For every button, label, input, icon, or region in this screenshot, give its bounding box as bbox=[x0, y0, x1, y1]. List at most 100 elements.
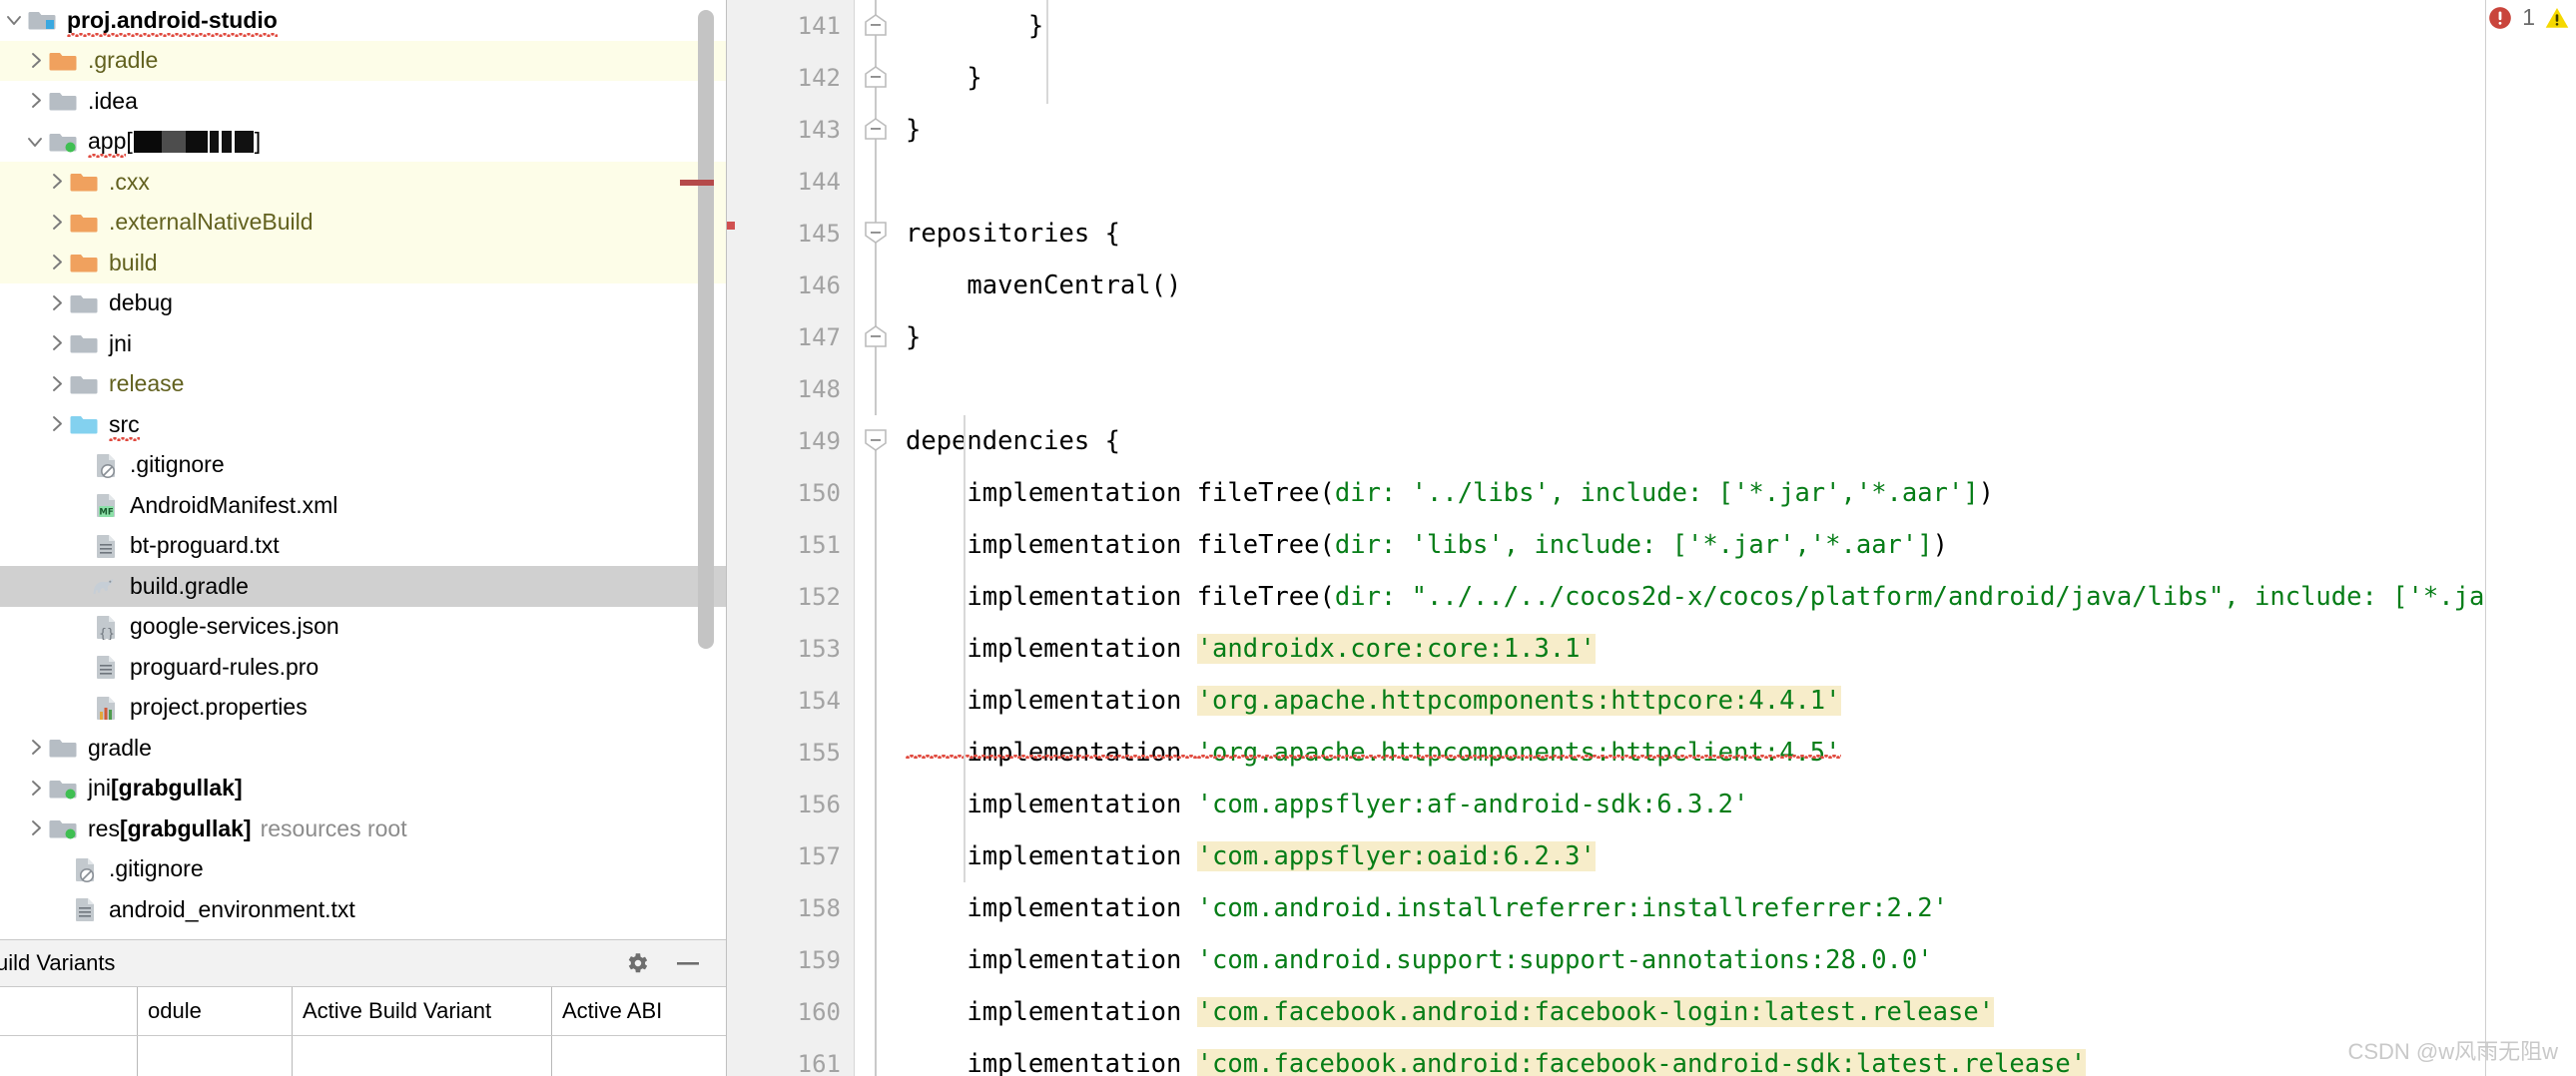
tree-item[interactable]: proguard-rules.pro bbox=[0, 647, 726, 688]
code-line[interactable]: implementation 'androidx.core:core:1.3.1… bbox=[897, 623, 2576, 675]
tree-item[interactable]: app [ ] bbox=[0, 122, 726, 163]
tree-item[interactable]: bt-proguard.txt bbox=[0, 526, 726, 567]
code-line[interactable]: } bbox=[897, 104, 2576, 156]
line-number[interactable]: 153 bbox=[727, 623, 854, 675]
tree-item[interactable]: src bbox=[0, 404, 726, 445]
code-line[interactable]: implementation 'com.android.installrefer… bbox=[897, 882, 2576, 934]
line-number[interactable]: 145 bbox=[727, 208, 854, 260]
code-line[interactable]: implementation fileTree(dir: '../libs', … bbox=[897, 467, 2576, 519]
code-line[interactable] bbox=[897, 363, 2576, 415]
chevron-right-icon[interactable] bbox=[25, 778, 47, 800]
fold-end-icon[interactable] bbox=[864, 324, 888, 348]
tree-item[interactable]: res [grabgullak] resources root bbox=[0, 808, 726, 849]
tree-item[interactable]: debug bbox=[0, 283, 726, 324]
fold-end-icon[interactable] bbox=[864, 13, 888, 37]
tree-item[interactable]: gradle bbox=[0, 728, 726, 769]
tree-item[interactable]: MF AndroidManifest.xml bbox=[0, 485, 726, 526]
code-line[interactable]: implementation fileTree(dir: 'libs', inc… bbox=[897, 519, 2576, 571]
chevron-right-icon[interactable] bbox=[46, 212, 68, 234]
code-line[interactable]: } bbox=[897, 311, 2576, 363]
project-tree[interactable]: proj.android-studio .gradle .idea app [ ] .c… bbox=[0, 0, 726, 939]
fold-end-icon[interactable] bbox=[864, 117, 888, 141]
code-line[interactable]: } bbox=[897, 0, 2576, 52]
column-header-active-build-variant[interactable]: Active Build Variant bbox=[293, 987, 552, 1035]
tree-item[interactable]: .gradle bbox=[0, 40, 726, 81]
chevron-right-icon[interactable] bbox=[46, 171, 68, 193]
chevron-right-icon[interactable] bbox=[46, 373, 68, 395]
code-line[interactable]: } bbox=[897, 52, 2576, 104]
line-number[interactable]: 156 bbox=[727, 779, 854, 830]
line-number-gutter[interactable]: 141 142 143 144 145 146 147 148 149 150 151 152 153 1… bbox=[727, 0, 855, 1076]
line-number[interactable]: 144 bbox=[727, 156, 854, 208]
code-editor[interactable]: 141 142 143 144 145 146 147 148 149 150 151 152 153 1… bbox=[726, 0, 2576, 1076]
fold-end-icon[interactable] bbox=[864, 65, 888, 89]
tree-item[interactable]: build.gradle bbox=[0, 930, 726, 939]
tree-item[interactable]: jni [grabgullak] bbox=[0, 769, 726, 809]
code-line[interactable]: implementation 'com.appsflyer:oaid:6.2.3… bbox=[897, 830, 2576, 882]
line-number[interactable]: 142 bbox=[727, 52, 854, 104]
chevron-right-icon[interactable] bbox=[25, 737, 47, 759]
minimize-icon[interactable] bbox=[674, 950, 702, 976]
code-line[interactable]: implementation 'com.facebook.android:fac… bbox=[897, 1038, 2576, 1076]
project-scrollbar[interactable] bbox=[680, 0, 716, 689]
column-header-active-abi[interactable]: Active ABI bbox=[552, 987, 726, 1035]
line-number[interactable]: 141 bbox=[727, 0, 854, 52]
code-line[interactable] bbox=[897, 156, 2576, 208]
chevron-right-icon[interactable] bbox=[25, 817, 47, 839]
code-line[interactable]: implementation fileTree(dir: "../../../c… bbox=[897, 571, 2576, 623]
tree-item[interactable]: .idea bbox=[0, 81, 726, 122]
line-number[interactable]: 149 bbox=[727, 415, 854, 467]
inspection-status[interactable]: 1 bbox=[2487, 4, 2570, 31]
build-variants-table-row[interactable] bbox=[0, 1035, 726, 1076]
chevron-right-icon[interactable] bbox=[46, 292, 68, 314]
project-scrollbar-thumb[interactable] bbox=[698, 10, 714, 649]
line-number[interactable]: 161 bbox=[727, 1038, 854, 1076]
gear-icon[interactable] bbox=[624, 950, 650, 976]
chevron-right-icon[interactable] bbox=[46, 252, 68, 273]
line-number[interactable]: 143 bbox=[727, 104, 854, 156]
line-number[interactable]: 157 bbox=[727, 830, 854, 882]
code-line[interactable]: implementation 'com.android.support:supp… bbox=[897, 934, 2576, 986]
code-content[interactable]: } }} repositories { mavenCentral()} depend… bbox=[897, 0, 2576, 1076]
tree-item[interactable]: .cxx bbox=[0, 162, 726, 203]
chevron-right-icon[interactable] bbox=[25, 50, 47, 72]
tree-item[interactable]: {} google-services.json bbox=[0, 607, 726, 648]
line-number[interactable]: 152 bbox=[727, 571, 854, 623]
tree-item[interactable]: build bbox=[0, 243, 726, 283]
code-line[interactable]: dependencies { bbox=[897, 415, 2576, 467]
line-number[interactable]: 154 bbox=[727, 675, 854, 727]
chevron-right-icon[interactable] bbox=[46, 332, 68, 354]
tree-item-selected[interactable]: build.gradle bbox=[0, 566, 726, 607]
tree-item[interactable]: .gitignore bbox=[0, 445, 726, 486]
code-line[interactable]: implementation 'com.appsflyer:af-android… bbox=[897, 779, 2576, 830]
line-number[interactable]: 147 bbox=[727, 311, 854, 363]
line-number[interactable]: 150 bbox=[727, 467, 854, 519]
code-line[interactable]: implementation 'org.apache.httpcomponent… bbox=[897, 727, 2576, 779]
line-number[interactable]: 158 bbox=[727, 882, 854, 934]
tree-item[interactable]: .gitignore bbox=[0, 849, 726, 890]
tree-item[interactable]: proj.android-studio bbox=[0, 0, 726, 41]
tree-item[interactable]: .externalNativeBuild bbox=[0, 202, 726, 243]
chevron-down-icon[interactable] bbox=[25, 131, 47, 153]
line-number[interactable]: 160 bbox=[727, 986, 854, 1038]
line-number[interactable]: 146 bbox=[727, 260, 854, 311]
line-number[interactable]: 155 bbox=[727, 727, 854, 779]
fold-gutter[interactable] bbox=[855, 0, 897, 1076]
line-number[interactable]: 148 bbox=[727, 363, 854, 415]
fold-collapse-icon[interactable] bbox=[864, 221, 888, 245]
chevron-down-icon[interactable] bbox=[4, 9, 26, 31]
chevron-right-icon[interactable] bbox=[25, 90, 47, 112]
column-header-blank[interactable] bbox=[0, 987, 138, 1035]
fold-collapse-icon[interactable] bbox=[864, 428, 888, 452]
line-number[interactable]: 151 bbox=[727, 519, 854, 571]
code-line[interactable]: mavenCentral() bbox=[897, 260, 2576, 311]
tree-item[interactable]: project.properties bbox=[0, 688, 726, 729]
code-line[interactable]: implementation 'com.facebook.android:fac… bbox=[897, 986, 2576, 1038]
line-number[interactable]: 159 bbox=[727, 934, 854, 986]
tree-item[interactable]: release bbox=[0, 364, 726, 405]
code-line[interactable]: implementation 'org.apache.httpcomponent… bbox=[897, 675, 2576, 727]
chevron-right-icon[interactable] bbox=[46, 413, 68, 435]
tree-item[interactable]: jni bbox=[0, 323, 726, 364]
column-header-module[interactable]: odule bbox=[138, 987, 293, 1035]
tree-item[interactable]: android_environment.txt bbox=[0, 889, 726, 930]
